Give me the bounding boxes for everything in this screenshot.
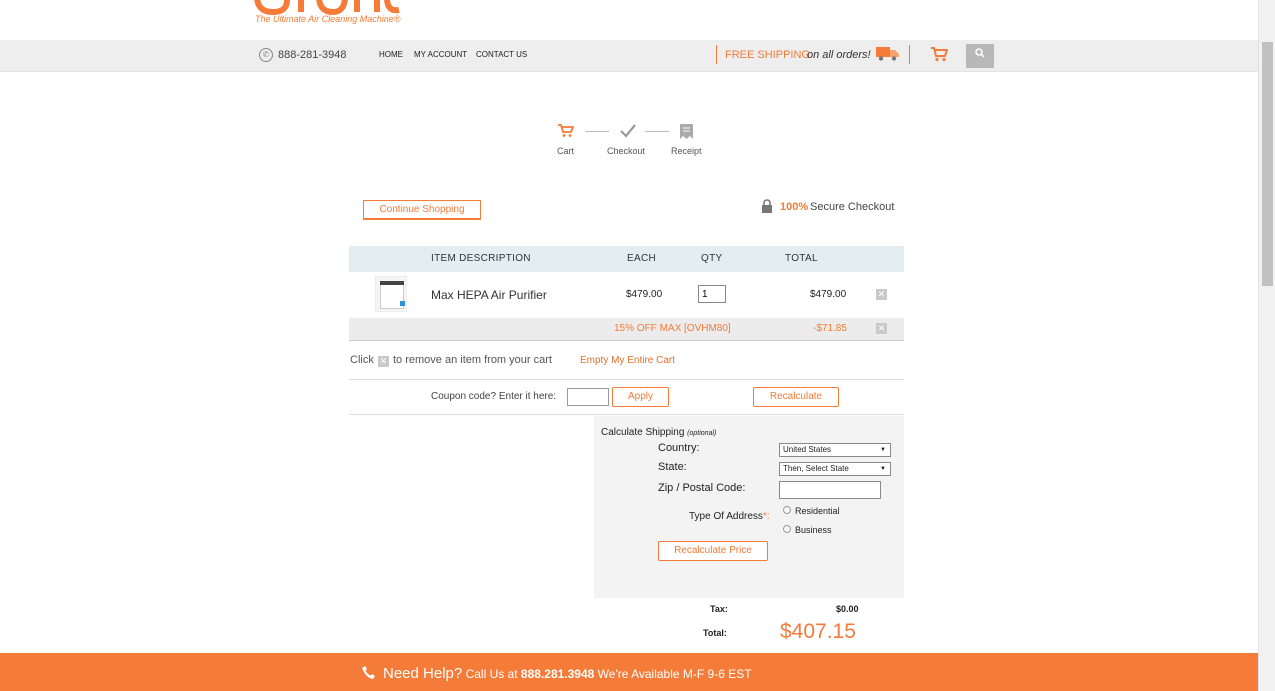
discount-amount: -$71.85 <box>813 323 847 334</box>
step-connector <box>585 131 609 132</box>
checkmark-icon <box>620 124 636 138</box>
help-text: Need Help? Call Us at 888.281.3948 We're… <box>383 665 752 682</box>
receipt-icon <box>680 124 693 139</box>
recalculate-price-button[interactable]: Recalculate Price <box>658 541 768 561</box>
shipping-title-text: Calculate Shipping <box>601 427 685 438</box>
item-unit-price: $479.00 <box>626 289 663 300</box>
state-select-value: Then, Select State <box>783 464 849 473</box>
cart-icon[interactable] <box>931 46 948 62</box>
country-select-value: United States <box>783 445 832 454</box>
header-total: TOTAL <box>785 253 818 264</box>
apply-coupon-button[interactable]: Apply <box>612 387 669 407</box>
tax-label: Tax: <box>710 604 728 614</box>
nav-home[interactable]: HOME <box>379 50 403 59</box>
state-select[interactable]: Then, Select State ▼ <box>779 462 891 476</box>
help-hours: We're Available M-F 9-6 EST <box>597 667 752 681</box>
order-total: $407.15 <box>780 620 856 643</box>
secure-percent: 100% <box>780 201 809 213</box>
continue-shopping-button[interactable]: Continue Shopping <box>363 200 481 220</box>
shipping-optional-note: (optional) <box>687 430 717 437</box>
chevron-down-icon: ▼ <box>880 466 886 472</box>
business-label[interactable]: Business <box>795 525 832 535</box>
business-radio[interactable] <box>783 525 791 533</box>
scrollbar-thumb[interactable] <box>1262 42 1273 286</box>
remove-note-text: to remove an item from your cart <box>393 354 552 366</box>
country-select[interactable]: United States ▼ <box>779 443 891 457</box>
brand-tagline: The Ultimate Air Cleaning Machine® <box>255 14 401 24</box>
nav-contact-us[interactable]: CONTACT US <box>476 50 527 59</box>
coupon-label: Coupon code? Enter it here: <box>431 391 557 402</box>
discount-label: 15% OFF MAX [OVHM80] <box>614 323 731 334</box>
item-name[interactable]: Max HEPA Air Purifier <box>431 288 547 302</box>
truck-icon <box>876 47 899 61</box>
lock-icon <box>762 199 772 213</box>
residential-label[interactable]: Residential <box>795 506 840 516</box>
free-shipping-subtext: on all orders! <box>807 49 871 61</box>
step-cart-label: Cart <box>557 146 575 156</box>
coupon-input[interactable] <box>567 388 609 406</box>
divider <box>349 414 904 415</box>
zip-input[interactable] <box>779 481 881 499</box>
help-phone[interactable]: 888.281.3948 <box>521 667 594 681</box>
remove-example-icon: ✕ <box>378 356 389 367</box>
state-label: State: <box>658 461 687 473</box>
free-shipping-label: FREE SHIPPING <box>725 49 810 61</box>
search-button[interactable] <box>966 44 994 68</box>
step-receipt-label: Receipt <box>671 146 702 156</box>
address-type-text: Type Of Address <box>689 511 763 522</box>
address-type-label: Type Of Address*: <box>689 511 770 522</box>
recalculate-button[interactable]: Recalculate <box>753 387 839 407</box>
call-us-label: Call Us at <box>465 667 518 681</box>
step-checkout-label: Checkout <box>607 146 646 156</box>
zip-label: Zip / Postal Code: <box>658 482 746 494</box>
country-label: Country: <box>658 442 700 454</box>
divider <box>349 379 904 380</box>
residential-radio[interactable] <box>783 506 791 514</box>
empty-cart-link[interactable]: Empty My Entire Cart <box>580 355 675 366</box>
item-total-price: $479.00 <box>810 289 847 300</box>
tax-value: $0.00 <box>836 604 859 614</box>
quantity-input[interactable] <box>698 285 726 303</box>
remove-discount-icon[interactable]: ✕ <box>876 323 887 334</box>
total-label: Total: <box>703 628 727 638</box>
cart-page: The Ultimate Air Cleaning Machine® ✆ 888… <box>0 0 1275 691</box>
phone-icon: ✆ <box>259 48 273 62</box>
shipping-title: Calculate Shipping (optional) <box>601 427 716 438</box>
header-item-description: ITEM DESCRIPTION <box>431 253 531 264</box>
need-help-label: Need Help? <box>383 665 463 682</box>
phone-icon <box>362 666 375 679</box>
remove-item-icon[interactable]: ✕ <box>876 289 887 300</box>
scrollbar[interactable] <box>1258 0 1275 691</box>
step-cart-icon <box>558 124 574 137</box>
required-marker: *: <box>762 511 770 522</box>
secure-checkout-label: Secure Checkout <box>810 201 895 213</box>
remove-note-prefix: Click <box>350 354 374 366</box>
chevron-down-icon: ▼ <box>880 447 886 453</box>
top-bar <box>0 40 1258 72</box>
nav-my-account[interactable]: MY ACCOUNT <box>414 50 467 59</box>
step-connector <box>645 131 669 132</box>
header-qty: QTY <box>701 253 723 264</box>
header-each: EACH <box>627 253 656 264</box>
header-phone[interactable]: 888-281-3948 <box>278 49 347 61</box>
product-thumbnail[interactable] <box>375 276 407 312</box>
search-icon <box>975 48 985 58</box>
